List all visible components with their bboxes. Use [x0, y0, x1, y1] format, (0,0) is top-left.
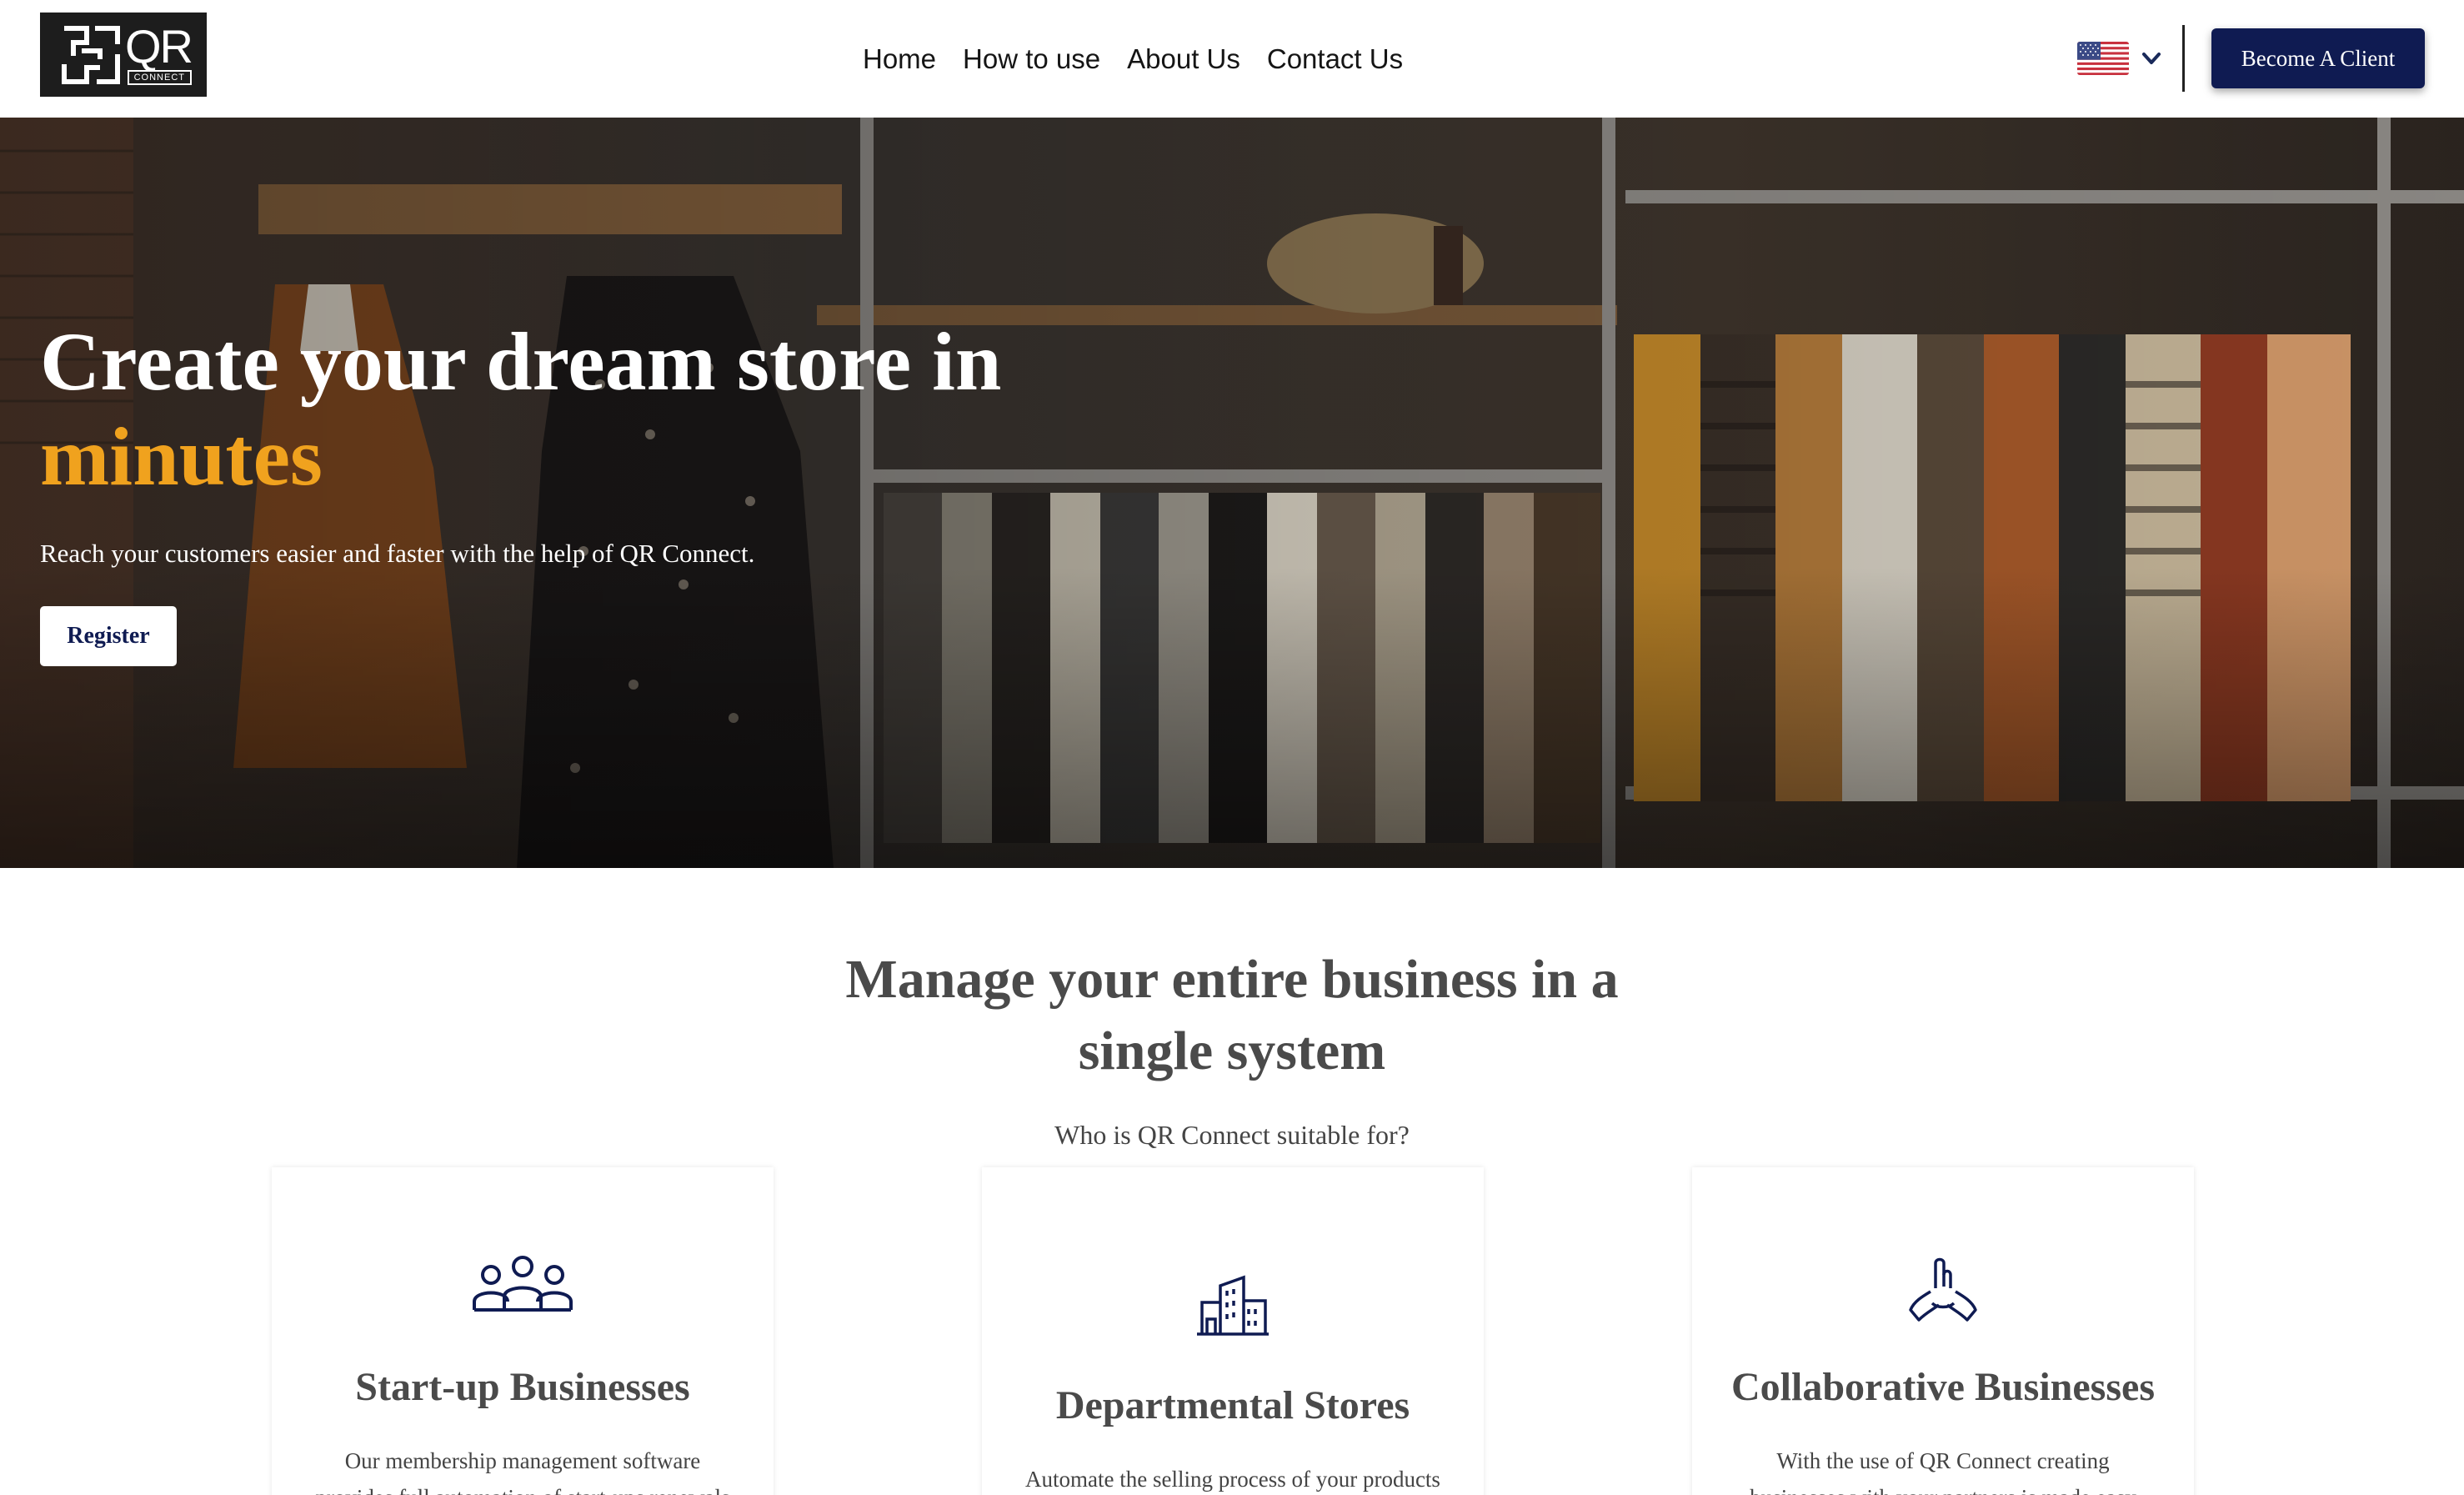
become-a-client-button[interactable]: Become A Client — [2211, 28, 2425, 88]
feature-card-title: Collaborative Businesses — [1730, 1365, 2156, 1409]
team-icon — [473, 1256, 573, 1312]
header-divider — [2182, 25, 2185, 92]
logo-qr-text: QR — [125, 19, 193, 73]
feature-card-title: Departmental Stores — [1055, 1383, 1410, 1427]
feature-card-text: With the use of QR Connect creating busi… — [1750, 1448, 2136, 1495]
nav-contact-us[interactable]: Contact Us — [1267, 37, 1403, 82]
hero-subtitle: Reach your customers easier and faster w… — [40, 539, 755, 568]
hero-title: Create your dream store in minutes — [40, 314, 1207, 504]
qr-connect-logo[interactable]: QR CONNECT — [40, 13, 207, 97]
language-selector[interactable] — [2077, 42, 2164, 75]
feature-card-startups: Start-up Businesses Our membership manag… — [272, 1167, 774, 1495]
features-subtitle: Who is QR Connect suitable for? — [1054, 1120, 1410, 1150]
main-nav: Home How to use About Us Contact Us — [863, 37, 1403, 82]
buildings-icon — [1197, 1275, 1269, 1336]
features-title: Manage your entire business in a single … — [0, 944, 2464, 1087]
chevron-down-icon — [2142, 53, 2161, 64]
logo-connect-text: CONNECT — [127, 69, 192, 85]
feature-card-text: Automate the selling process of your pro… — [1025, 1467, 1440, 1492]
us-flag-icon — [2077, 42, 2129, 75]
feature-card-text: Our membership management software provi… — [315, 1448, 729, 1495]
hero-section: Create your dream store in minutes Reach… — [0, 118, 2464, 868]
nav-about-us[interactable]: About Us — [1127, 37, 1240, 82]
feature-card-departmental: Departmental Stores Automate the selling… — [982, 1167, 1484, 1495]
site-header: QR CONNECT Home How to use About Us Cont… — [0, 0, 2464, 118]
hero-title-accent: minutes — [40, 410, 323, 503]
feature-card-collaborative: Collaborative Businesses With the use of… — [1692, 1167, 2194, 1495]
features-title-text: Manage your entire business in a single … — [845, 949, 1619, 1081]
register-button[interactable]: Register — [40, 606, 177, 666]
feature-card-title: Start-up Businesses — [355, 1365, 690, 1409]
nav-how-to-use[interactable]: How to use — [963, 37, 1100, 82]
qr-maze-icon — [62, 25, 120, 84]
hero-title-main: Create your dream store in — [40, 315, 1002, 408]
collaboration-hands-icon — [1909, 1257, 1977, 1322]
nav-home[interactable]: Home — [863, 37, 936, 82]
